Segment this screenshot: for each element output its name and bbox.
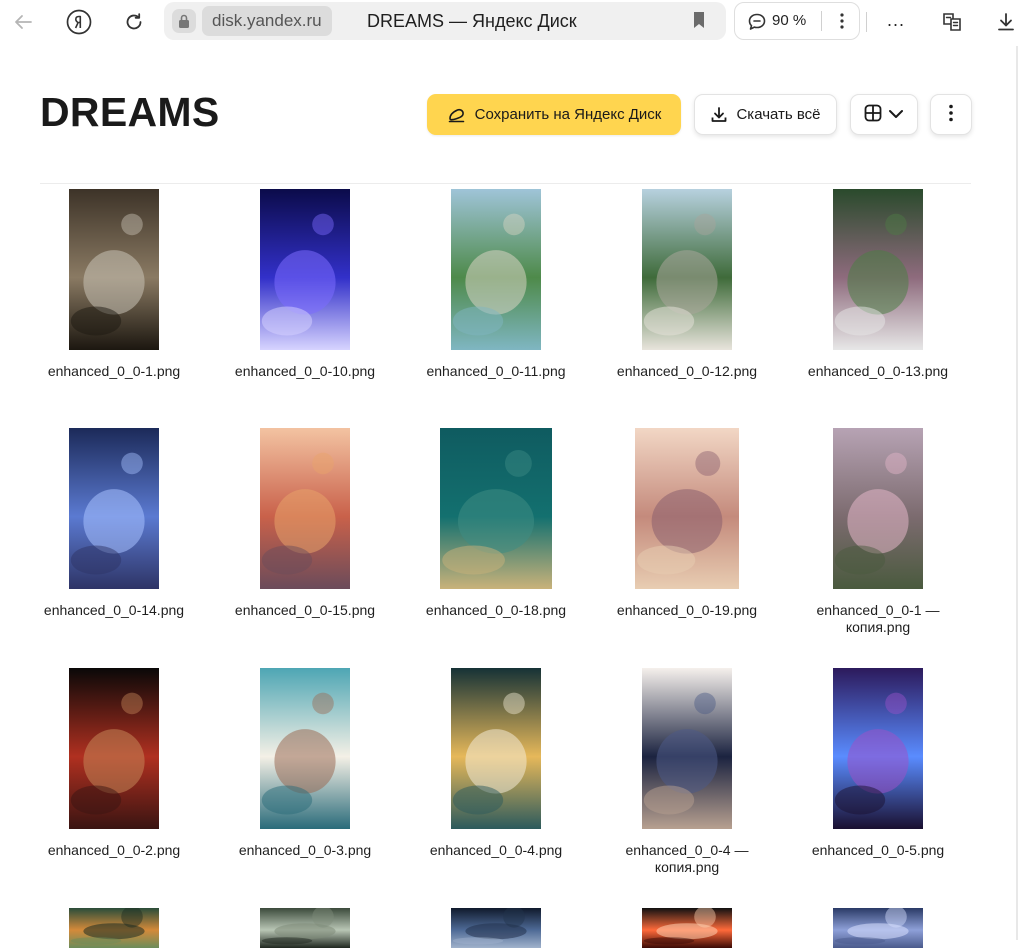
file-thumbnail[interactable] [260, 428, 350, 589]
reader-mode-icon[interactable] [934, 4, 970, 40]
view-mode-button[interactable] [850, 94, 918, 135]
file-thumbnail[interactable] [635, 428, 739, 589]
download-icon[interactable] [988, 4, 1018, 40]
file-name: enhanced_0_0-12.png [616, 363, 758, 379]
header-divider [40, 183, 971, 184]
bookmark-icon[interactable] [692, 11, 706, 34]
file-name: enhanced_0_0-14.png [43, 602, 185, 618]
file-name: enhanced_0_0-11.png [426, 363, 566, 379]
file-thumbnail[interactable] [69, 908, 159, 948]
file-thumbnail[interactable] [69, 428, 159, 589]
file-thumbnail[interactable] [642, 668, 732, 829]
download-all-button[interactable]: Скачать всё [694, 94, 837, 135]
file-thumbnail[interactable] [833, 428, 923, 589]
disk-save-icon [447, 106, 467, 124]
file-thumbnail[interactable] [451, 189, 541, 350]
file-thumbnail[interactable] [451, 668, 541, 829]
file-thumbnail[interactable] [642, 189, 732, 350]
file-name: enhanced_0_0-4 — копия.png [625, 842, 749, 875]
file-name: enhanced_0_0-1.png [47, 363, 181, 379]
file-name: enhanced_0_0-3.png [238, 842, 372, 858]
file-thumbnail[interactable] [833, 908, 923, 948]
file-name: enhanced_0_0-2.png [47, 842, 181, 858]
file-thumbnail[interactable] [260, 908, 350, 948]
divider [821, 11, 822, 31]
tab-title: DREAMS — Яндекс Диск [367, 11, 577, 31]
lock-icon[interactable] [172, 9, 196, 33]
divider [866, 12, 867, 32]
back-icon[interactable] [5, 4, 41, 40]
browser-menu[interactable]: ... [880, 2, 912, 38]
file-name: enhanced_0_0-18.png [425, 602, 567, 618]
file-thumbnail[interactable] [833, 668, 923, 829]
file-thumbnail[interactable] [260, 189, 350, 350]
file-thumbnail[interactable] [642, 908, 732, 948]
browser-toolbar: disk.yandex.ru DREAMS — Яндекс Диск 90 %… [0, 0, 1018, 46]
file-thumbnail[interactable] [451, 908, 541, 948]
file-name: enhanced_0_0-13.png [807, 363, 949, 379]
file-name: enhanced_0_0-5.png [811, 842, 945, 858]
file-name: enhanced_0_0-10.png [234, 363, 376, 379]
reload-icon[interactable] [116, 4, 152, 40]
save-to-disk-button[interactable]: Сохранить на Яндекс Диск [427, 94, 681, 135]
file-thumbnail[interactable] [69, 668, 159, 829]
file-name: enhanced_0_0-4.png [429, 842, 563, 858]
more-options-button[interactable] [930, 94, 972, 135]
address-domain[interactable]: disk.yandex.ru [202, 6, 332, 36]
download-icon [710, 106, 728, 124]
chevron-down-icon [888, 106, 904, 123]
grid-icon [864, 104, 882, 126]
file-name: enhanced_0_0-19.png [616, 602, 758, 618]
download-all-label: Скачать всё [736, 106, 821, 123]
kebab-icon[interactable] [831, 3, 853, 39]
yandex-logo-icon[interactable] [61, 4, 97, 40]
file-thumbnail[interactable] [260, 668, 350, 829]
comment-icon[interactable] [747, 12, 767, 37]
file-name: enhanced_0_0-15.png [234, 602, 376, 618]
file-thumbnail[interactable] [440, 428, 552, 589]
file-thumbnail[interactable] [833, 189, 923, 350]
page-title: DREAMS [40, 89, 220, 135]
zoom-level[interactable]: 90 % [772, 3, 806, 39]
more-vertical-icon [949, 104, 953, 126]
file-thumbnail[interactable] [69, 189, 159, 350]
zoom-control[interactable]: 90 % [734, 2, 860, 40]
save-to-disk-label: Сохранить на Яндекс Диск [474, 106, 662, 123]
file-name: enhanced_0_0-1 — копия.png [816, 602, 940, 635]
address-bar[interactable]: disk.yandex.ru DREAMS — Яндекс Диск [164, 2, 726, 40]
